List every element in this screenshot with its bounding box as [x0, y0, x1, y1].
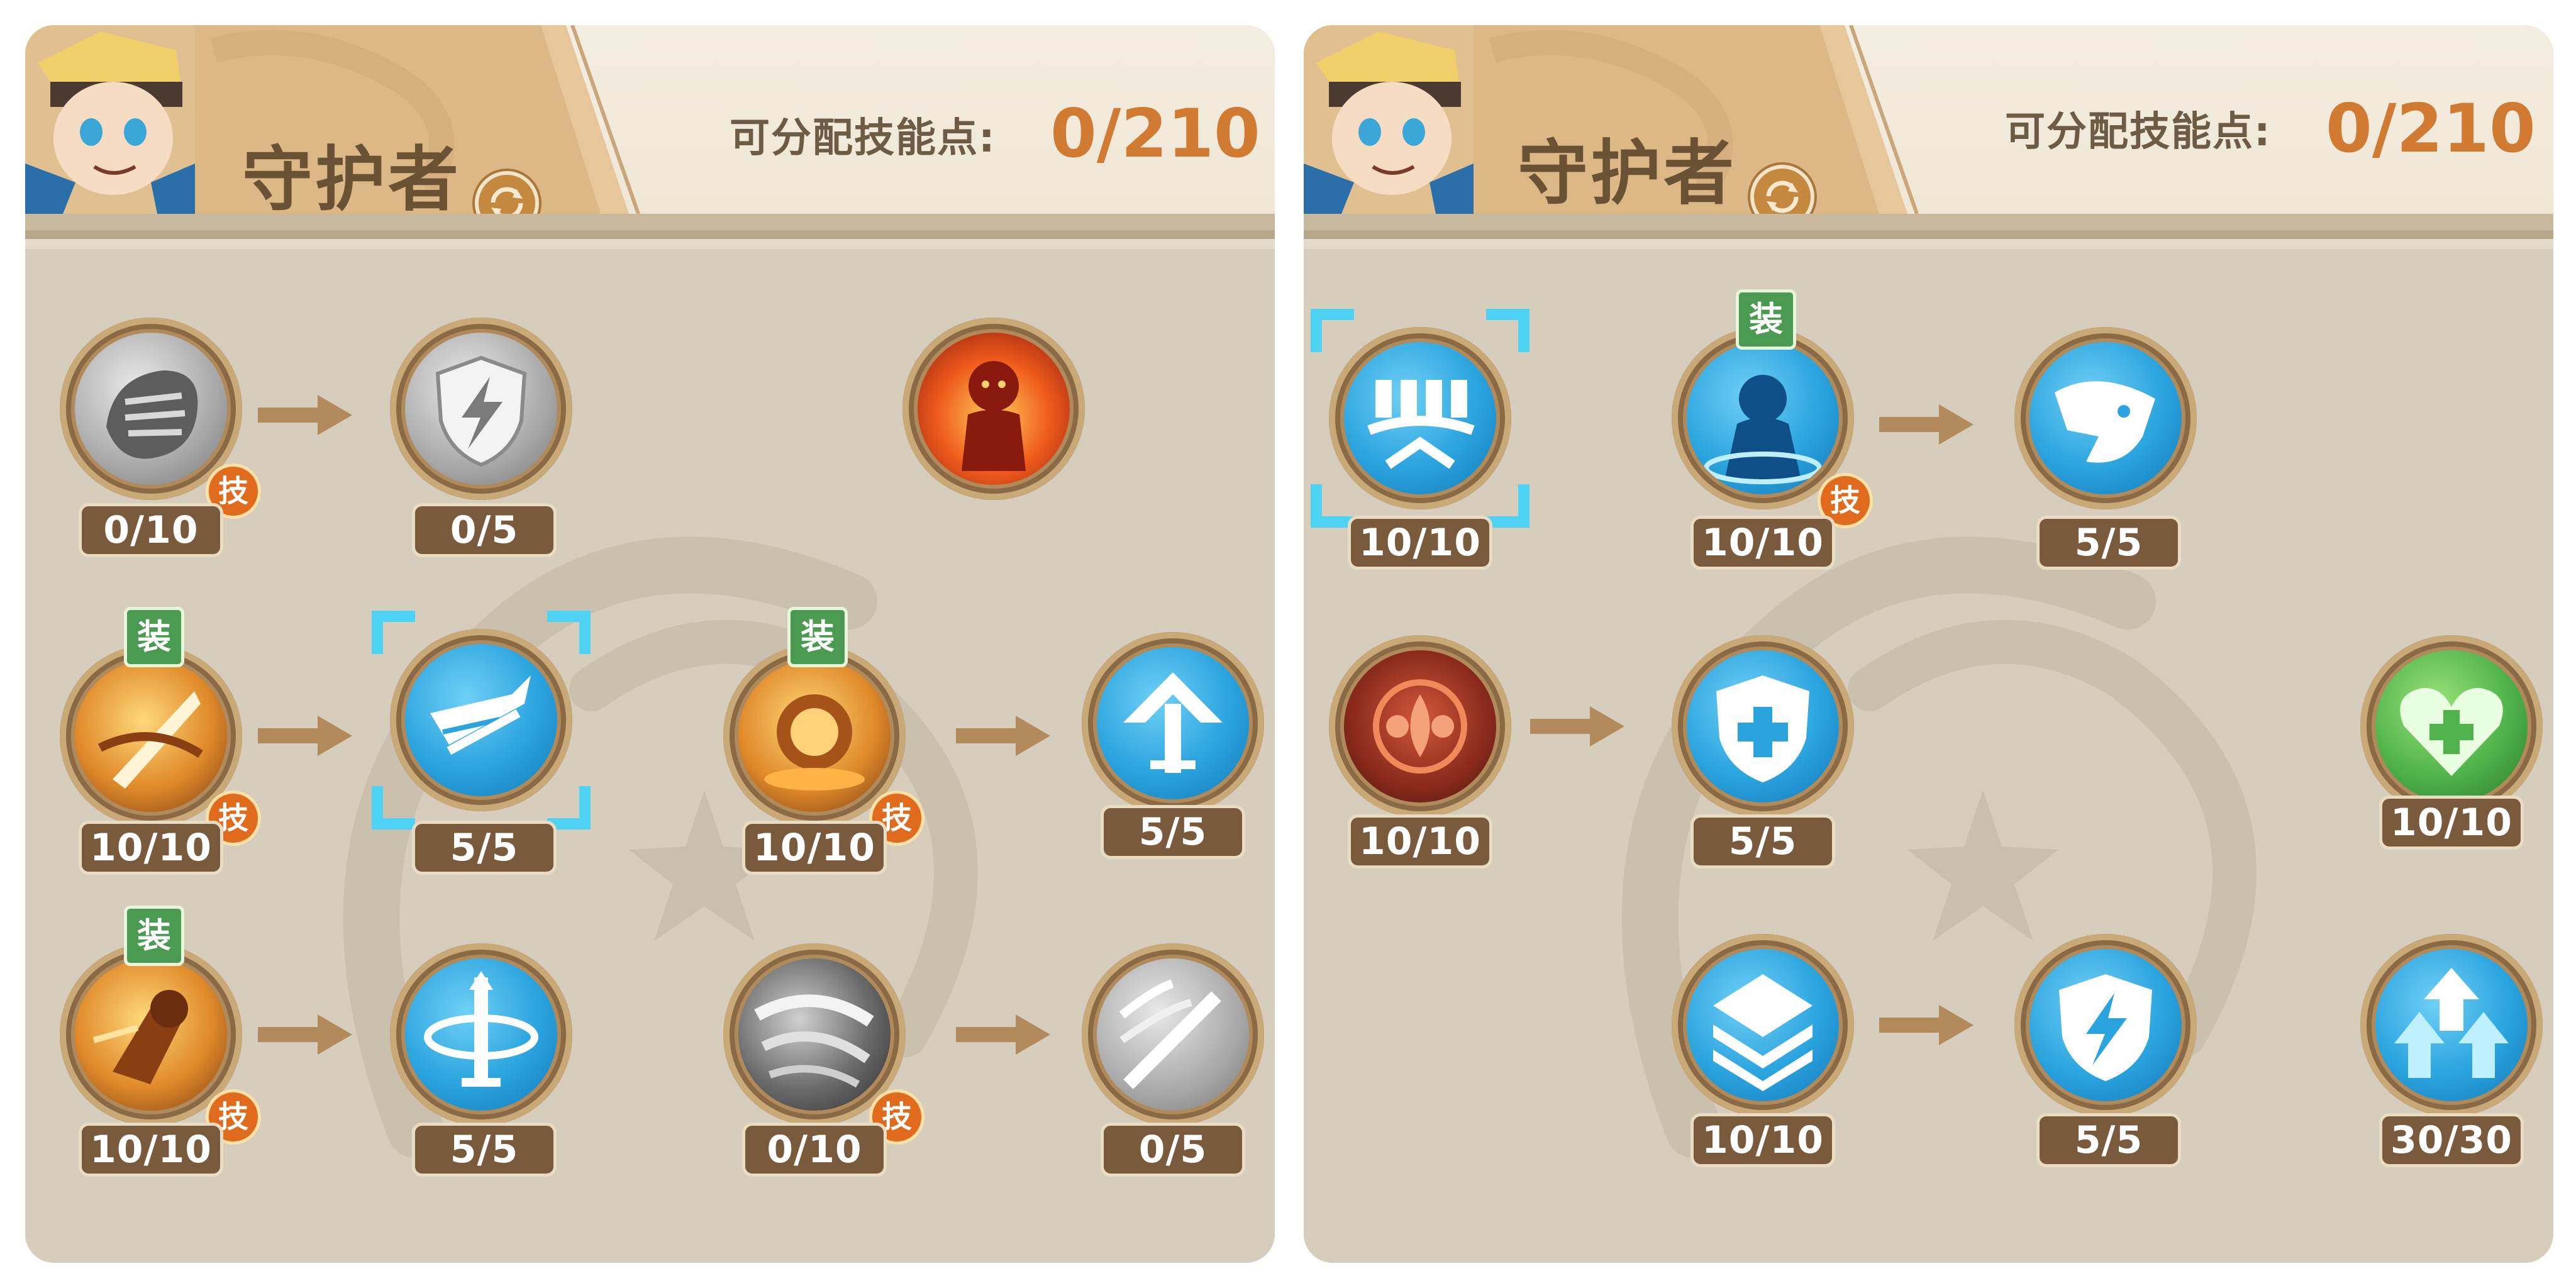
skill-level: 30/30 — [2379, 1113, 2524, 1167]
skill-level: 10/10 — [79, 821, 223, 875]
skill-node[interactable] — [1329, 327, 1511, 509]
skill-node[interactable]: 技 — [60, 318, 261, 519]
skill-node[interactable] — [2360, 635, 2543, 818]
skill-node[interactable] — [1082, 632, 1264, 814]
skill-level: 10/10 — [79, 1123, 223, 1177]
skill-level: 0/10 — [79, 503, 223, 557]
skill-level: 0/10 — [742, 1123, 887, 1177]
skill-node[interactable]: 装 技 — [723, 607, 924, 846]
skill-node[interactable] — [1082, 943, 1264, 1126]
skill-node[interactable] — [1329, 635, 1511, 818]
skill-level: 5/5 — [2036, 516, 2181, 570]
equipped-badge: 装 — [1736, 289, 1796, 350]
skill-points-label: 可分配技能点: — [2005, 109, 2272, 155]
skill-level: 5/5 — [2036, 1113, 2181, 1167]
skill-node[interactable] — [1672, 934, 1854, 1116]
arrow-right-icon — [956, 1014, 1050, 1055]
arrow-right-icon — [258, 716, 352, 756]
skill-node[interactable]: 装 技 — [60, 906, 261, 1145]
skill-level: 10/10 — [1690, 516, 1835, 570]
arrow-right-icon — [1530, 706, 1624, 747]
skill-level: 10/10 — [1348, 516, 1492, 570]
skill-tree-panel-left: 守护者 可分配技能点: 0/210 技 0/10 0/5 装 技 10/10 5… — [25, 25, 1275, 1263]
skill-level: 10/10 — [742, 821, 887, 875]
panel-header: 守护者 可分配技能点: 0/210 — [25, 25, 1275, 235]
skill-node[interactable] — [390, 629, 572, 811]
skill-level: 5/5 — [412, 1123, 557, 1177]
skill-level: 10/10 — [1690, 1113, 1835, 1167]
skill-level: 0/5 — [412, 503, 557, 557]
skill-node[interactable] — [390, 318, 572, 500]
class-name: 守护者 — [1518, 133, 1736, 214]
skill-node[interactable] — [2014, 327, 2197, 509]
arrow-right-icon — [956, 716, 1050, 756]
arrow-right-icon — [1879, 404, 1974, 445]
skill-node[interactable] — [390, 943, 572, 1126]
skill-level: 5/5 — [1101, 805, 1245, 859]
skill-points-value: 0/210 — [2326, 90, 2536, 167]
skill-node[interactable] — [902, 318, 1085, 500]
class-name: 守护者 — [242, 139, 461, 221]
equipped-badge: 装 — [787, 607, 848, 667]
arrow-right-icon — [258, 1014, 352, 1055]
equipped-badge: 装 — [124, 906, 184, 966]
arrow-right-icon — [258, 395, 352, 435]
skill-node[interactable] — [2014, 934, 2197, 1116]
skill-level: 10/10 — [2379, 796, 2524, 850]
skill-node[interactable]: 装 技 — [1672, 289, 1873, 528]
skill-level: 5/5 — [1690, 814, 1835, 869]
skill-level: 0/5 — [1101, 1123, 1245, 1177]
skill-node[interactable] — [1672, 635, 1854, 818]
hero-avatar — [1304, 25, 1474, 214]
skill-level: 5/5 — [412, 821, 557, 875]
equipped-badge: 装 — [124, 607, 184, 667]
skill-node[interactable]: 装 技 — [60, 607, 261, 846]
skill-tree-panel-right: 守护者 可分配技能点: 0/210 10/10 装 技 10/10 5/5 10… — [1304, 25, 2553, 1263]
arrow-right-icon — [1879, 1005, 1974, 1045]
skill-points-label: 可分配技能点: — [730, 115, 996, 162]
skill-level: 10/10 — [1348, 814, 1492, 869]
skill-points-value: 0/210 — [1050, 95, 1260, 172]
panel-header: 守护者 可分配技能点: 0/210 — [1304, 25, 2553, 229]
skill-node[interactable] — [2360, 934, 2543, 1116]
skill-node[interactable]: 技 — [723, 943, 924, 1145]
hero-avatar — [25, 25, 195, 214]
